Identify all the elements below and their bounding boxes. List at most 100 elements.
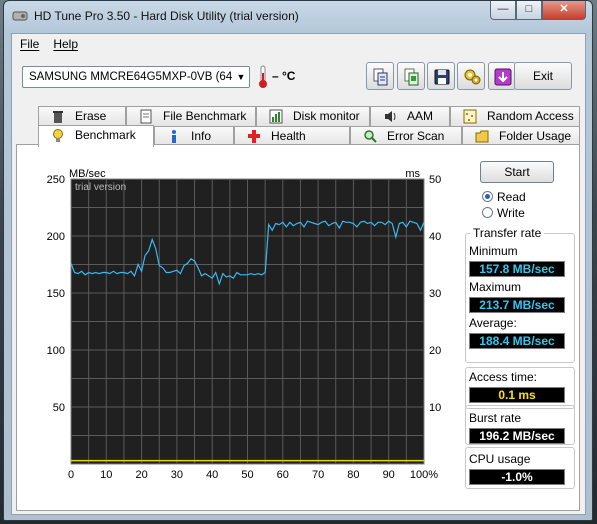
x-tick-label: 40 [206,469,218,481]
tab-benchmark[interactable]: Benchmark [38,125,154,147]
burst-rate-value: 196.2 MB/sec [469,428,565,444]
tab-error-scan-label: Error Scan [387,129,445,143]
y-left-tick-label: 200 [47,231,65,243]
y-right-tick-label: 40 [429,231,441,243]
tab-benchmark-label: Benchmark [75,128,136,142]
tab-file-benchmark-label: File Benchmark [163,109,247,123]
client-area: File Help SAMSUNG MMCRE64G5MXP-0VB (64 G… [11,33,586,515]
benchmark-panel: MB/sec ms trial version 250 200 150 100 50 50… [16,144,580,511]
y-right-tick-label: 30 [429,288,441,300]
maximum-label: Maximum [469,280,522,294]
y-right-unit-label: ms [405,168,420,180]
tab-disk-monitor-label: Disk monitor [293,109,360,123]
x-tick-label: 80 [347,469,359,481]
x-tick-label: 10 [100,469,112,481]
cpu-usage-label: CPU usage [469,452,531,466]
y-left-tick-label: 100 [47,345,65,357]
read-radio[interactable]: Read [482,190,526,204]
options-icon [464,69,481,85]
cpu-usage-value: -1.0% [469,469,565,485]
y-right-tick-label: 50 [429,174,441,186]
copy-text-icon [373,68,388,86]
save-button[interactable] [427,62,455,90]
y-left-tick-label: 250 [47,174,65,186]
tab-health-label: Health [271,129,306,143]
tab-random-access-label: Random Access [487,109,574,123]
copy-text-button[interactable] [366,62,394,90]
average-label: Average: [469,316,517,330]
options-button[interactable] [457,62,485,90]
maximum-value: 213.7 MB/sec [469,297,565,313]
drive-select[interactable]: SAMSUNG MMCRE64G5MXP-0VB (64 GB) ▼ [22,66,250,88]
tab-file-benchmark[interactable]: File Benchmark [126,106,256,126]
x-tick-label: 30 [171,469,183,481]
read-label: Read [497,190,526,204]
tab-aam[interactable]: AAM [370,106,450,126]
menu-help[interactable]: Help [53,34,78,54]
copy-screenshot-icon [404,68,419,86]
access-time-label: Access time: [469,370,538,384]
lightbulb-icon [53,129,63,142]
trial-version-watermark: trial version [75,182,126,193]
write-label: Write [497,206,525,220]
x-tick-label: 50 [241,469,253,481]
radio-selected-icon [482,191,493,202]
info-icon [172,130,176,143]
hdtune-app-icon [12,11,28,21]
tab-folder-usage-label: Folder Usage [499,129,572,143]
burst-rate-label: Burst rate [469,411,522,425]
average-value: 188.4 MB/sec [469,333,565,349]
maximize-button[interactable]: □ [516,1,542,20]
grid-icon [463,109,477,124]
x-tick-label: 90 [383,469,395,481]
thermometer-icon [259,65,267,88]
red-cross-icon [248,130,260,143]
x-tick-label: 60 [277,469,289,481]
tab-random-access[interactable]: Random Access [450,106,580,126]
document-icon [140,109,152,124]
menu-file[interactable]: File [20,34,39,54]
tab-folder-usage[interactable]: Folder Usage [462,126,580,146]
save-icon [434,69,450,85]
minimize-button[interactable]: — [490,1,516,20]
window-title: HD Tune Pro 3.50 - Hard Disk Utility (tr… [34,9,299,23]
transfer-rate-title: Transfer rate [470,226,545,240]
close-button[interactable]: ✕ [542,1,586,20]
radio-unselected-icon [482,207,493,218]
x-tick-label: 70 [312,469,324,481]
write-radio[interactable]: Write [482,206,525,220]
tab-info-label: Info [191,129,212,143]
trash-icon [53,111,63,123]
tab-erase[interactable]: Erase [38,106,126,126]
access-time-value: 0.1 ms [469,387,565,403]
app-window: HD Tune Pro 3.50 - Hard Disk Utility (tr… [3,0,593,521]
menu-bar: File Help [12,34,585,54]
exit-button[interactable]: Exit [514,62,572,90]
tab-error-scan[interactable]: Error Scan [350,126,462,146]
tab-aam-label: AAM [407,109,434,123]
tab-info[interactable]: Info [154,126,234,146]
start-button[interactable]: Start [480,161,554,183]
speaker-icon [385,111,396,122]
tab-erase-label: Erase [75,109,107,123]
x-tick-label: 100% [410,469,438,481]
minimum-value: 157.8 MB/sec [469,261,565,277]
bar-chart-icon [269,109,283,124]
tab-disk-monitor[interactable]: Disk monitor [256,106,370,126]
next-drive-button[interactable] [488,62,516,90]
x-tick-label: 0 [68,469,74,481]
chevron-down-icon: ▼ [233,67,249,87]
toolbar: SAMSUNG MMCRE64G5MXP-0VB (64 GB) ▼ – °C [12,56,585,96]
temperature-value: – °C [272,69,296,83]
tab-health[interactable]: Health [234,126,350,146]
y-left-unit-label: MB/sec [69,168,106,180]
minimum-label: Minimum [469,244,518,258]
y-right-tick-label: 20 [429,345,441,357]
y-left-tick-label: 150 [47,288,65,300]
copy-screenshot-button[interactable] [397,62,425,90]
x-tick-label: 20 [135,469,147,481]
title-bar[interactable]: HD Tune Pro 3.50 - Hard Disk Utility (tr… [4,1,592,33]
y-left-tick-label: 50 [53,402,65,414]
magnifier-icon [364,130,377,143]
down-arrow-icon [494,68,512,86]
